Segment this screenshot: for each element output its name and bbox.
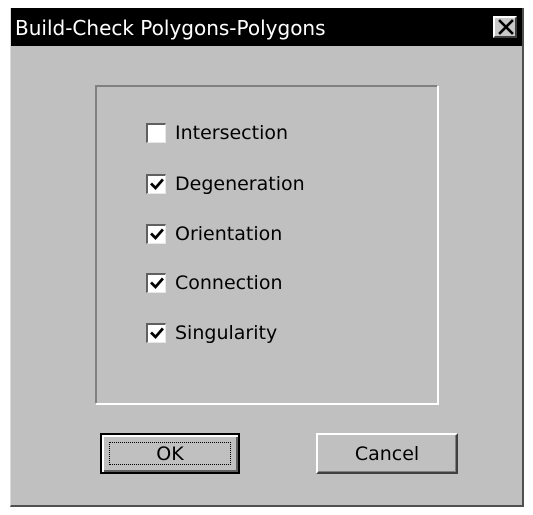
cancel-button[interactable]: Cancel xyxy=(316,433,458,474)
singularity-checkbox[interactable] xyxy=(146,323,166,343)
option-orientation[interactable]: Orientation xyxy=(146,222,282,246)
connection-checkbox[interactable] xyxy=(146,273,166,293)
close-icon xyxy=(498,19,514,35)
singularity-label: Singularity xyxy=(175,322,278,344)
window-title: Build-Check Polygons-Polygons xyxy=(15,16,326,40)
focus-rectangle xyxy=(109,442,231,465)
connection-label: Connection xyxy=(175,272,283,294)
checkmark-icon xyxy=(150,327,164,340)
checkmark-icon xyxy=(150,178,164,191)
title-bar[interactable]: Build-Check Polygons-Polygons xyxy=(11,8,522,46)
close-button[interactable] xyxy=(493,16,517,38)
intersection-checkbox[interactable] xyxy=(146,123,166,143)
option-degeneration[interactable]: Degeneration xyxy=(146,172,305,196)
orientation-label: Orientation xyxy=(175,223,283,245)
degeneration-checkbox[interactable] xyxy=(146,174,166,194)
option-connection[interactable]: Connection xyxy=(146,271,283,295)
cancel-button-label: Cancel xyxy=(354,442,420,465)
orientation-checkbox[interactable] xyxy=(146,224,166,244)
intersection-label: Intersection xyxy=(175,122,289,144)
option-intersection[interactable]: Intersection xyxy=(146,121,288,145)
checkmark-icon xyxy=(150,277,164,290)
option-singularity[interactable]: Singularity xyxy=(146,321,277,345)
ok-button[interactable]: OK xyxy=(100,433,240,474)
degeneration-label: Degeneration xyxy=(175,173,305,195)
checkmark-icon xyxy=(150,228,164,241)
dialog-window: Build-Check Polygons-Polygons Intersecti… xyxy=(10,8,524,507)
